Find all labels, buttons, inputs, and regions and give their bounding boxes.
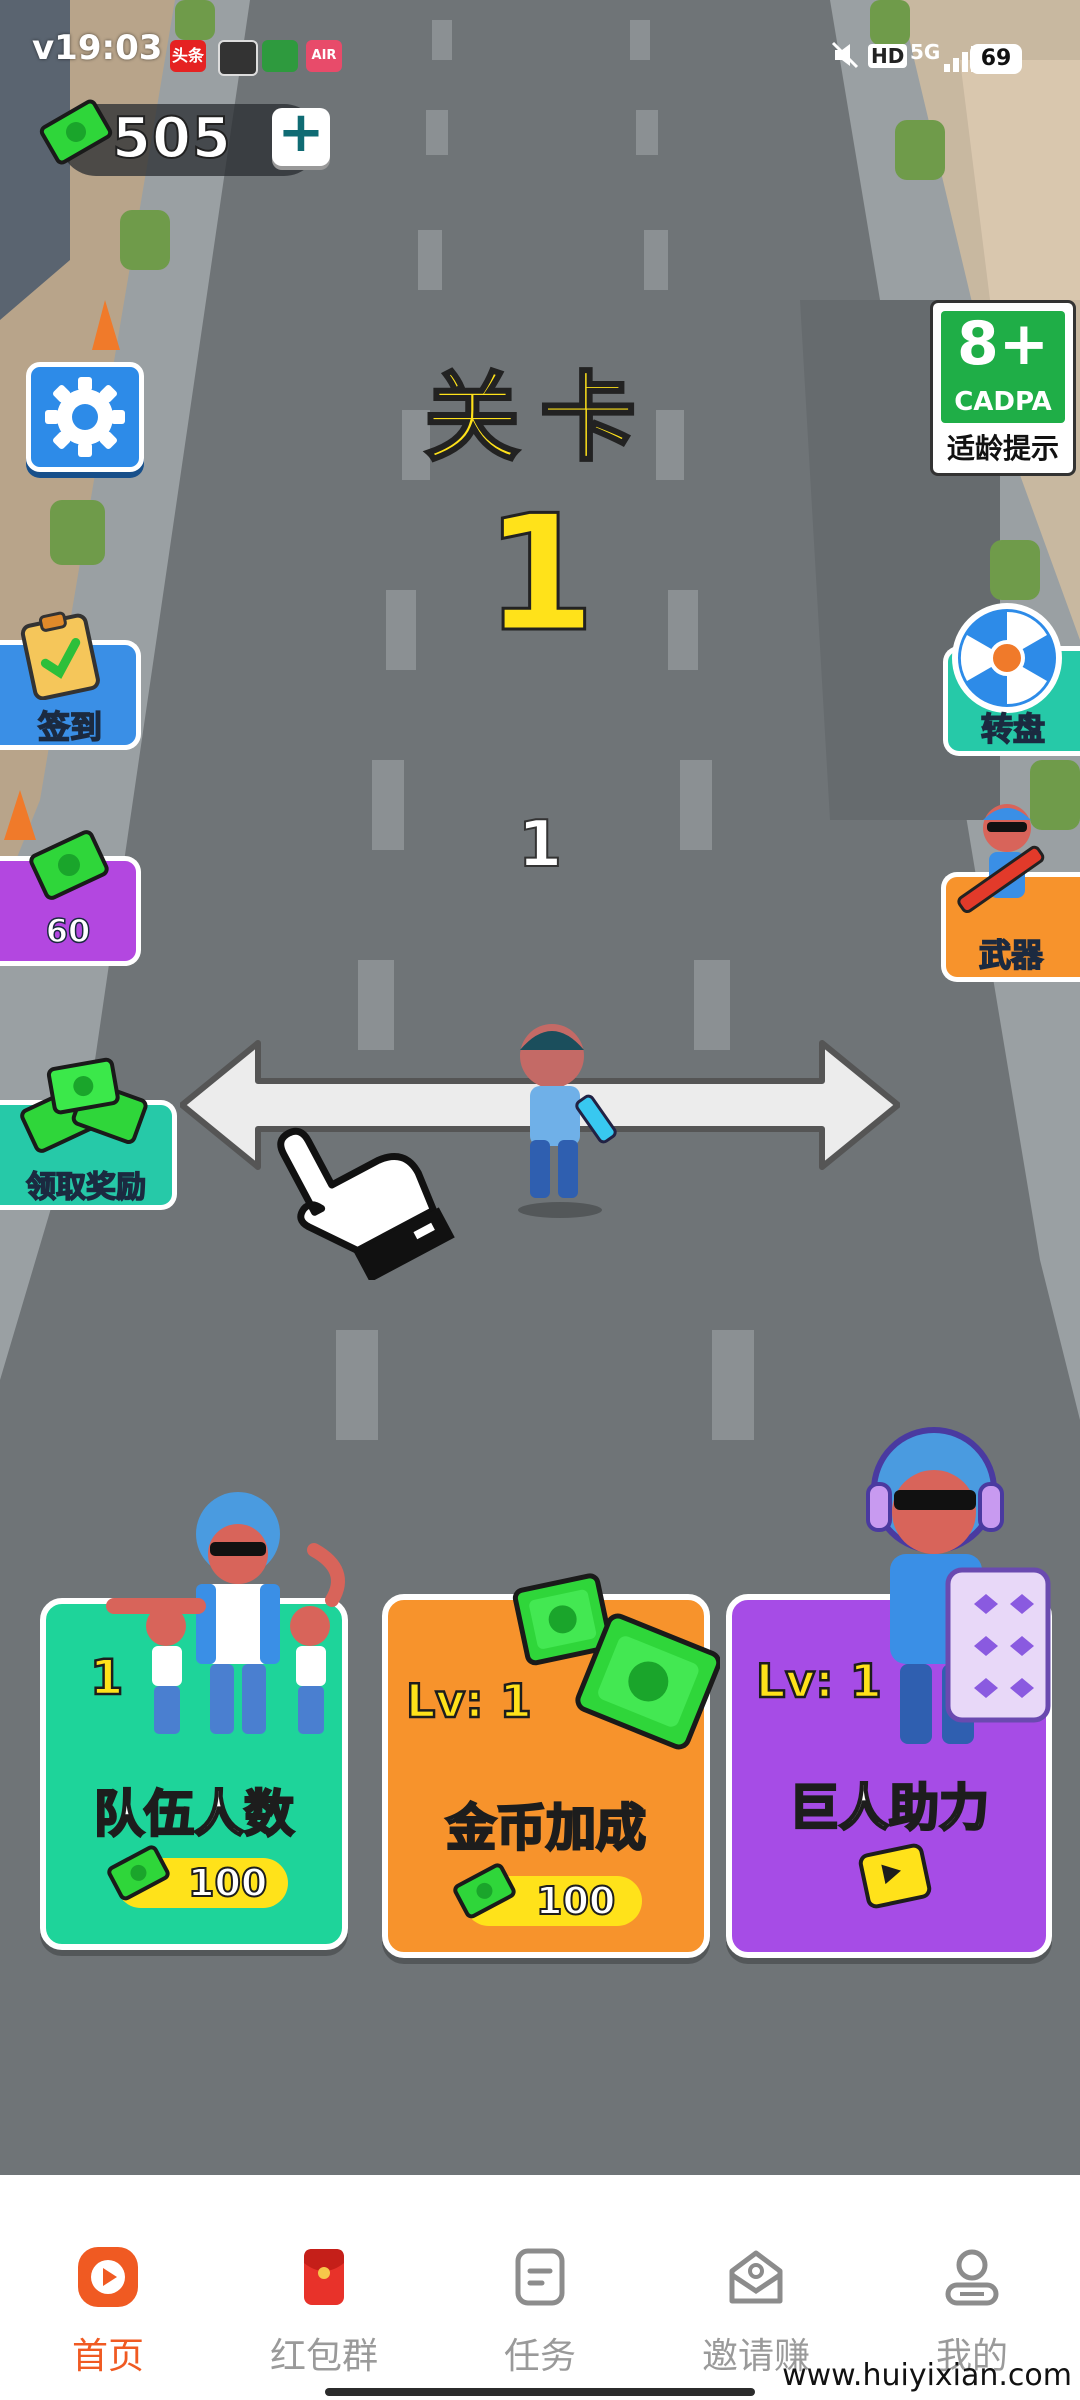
claim-reward-label: 领取奖励 — [25, 1169, 147, 1206]
claim-reward-button[interactable]: 领取奖励 — [0, 1050, 180, 1210]
mute-icon — [830, 40, 860, 70]
red-envelope-icon — [304, 2249, 344, 2305]
toutiao-app-icon: 头条 — [170, 40, 206, 72]
game-viewport[interactable]: v19:03 头条 AIR HD 5G 69 505 + 签到 60 领取奖励 … — [0, 0, 1080, 2175]
wheel-label: 转盘 — [980, 709, 1046, 749]
player-character[interactable] — [490, 1020, 630, 1220]
play-icon — [78, 2247, 138, 2307]
nav-item-home[interactable]: 首页 — [0, 2175, 216, 2400]
level-title: 关卡 — [423, 361, 656, 476]
nav-item-label: 红包群 — [269, 2336, 378, 2377]
cash-icon — [452, 1858, 516, 1922]
giant-illustration — [866, 1427, 1051, 1744]
home-indicator[interactable] — [325, 2388, 755, 2396]
invite-icon — [729, 2250, 783, 2304]
checkin-label: 签到 — [37, 707, 103, 747]
video-ad-icon[interactable] — [856, 1841, 934, 1911]
nav-item-tasks[interactable]: 任务 — [432, 2175, 648, 2400]
cash-icon — [106, 1840, 170, 1904]
squad-illustration — [106, 1492, 345, 1734]
upgrade-name: 巨人助力 — [788, 1778, 991, 1839]
cash-pile-icon — [14, 1050, 164, 1160]
hd-indicator: HD — [868, 44, 908, 68]
upgrade-name: 队伍人数 — [93, 1784, 296, 1845]
cash-bonus-illustration — [512, 1573, 720, 1750]
nav-item-label: 任务 — [503, 2336, 576, 2377]
squad-count: 1 — [517, 807, 564, 883]
app-icon — [218, 40, 258, 76]
tutorial-hand-icon — [277, 1127, 455, 1280]
money-value: 505 — [111, 105, 232, 172]
weapon-label: 武器 — [978, 935, 1044, 975]
air-app-icon: AIR — [306, 40, 342, 72]
watermark: www.huiyixian.com — [782, 2358, 1072, 2393]
clock: v19:03 — [32, 28, 163, 68]
nav-item-red-envelope-group[interactable]: 红包群 — [216, 2175, 432, 2400]
add-money-button[interactable]: + — [272, 100, 330, 166]
plus-icon: + — [277, 100, 325, 165]
profile-icon — [945, 2249, 999, 2306]
upgrade-name: 金币加成 — [445, 1798, 648, 1859]
cash-icon — [36, 92, 116, 172]
cash-bonus-amount: 60 — [45, 911, 91, 951]
task-icon — [515, 2248, 565, 2306]
battery-level: 69 — [970, 44, 1022, 74]
store-app-icon — [262, 40, 298, 72]
level-number: 1 — [483, 479, 597, 669]
nav-item-label: 首页 — [71, 2336, 144, 2377]
network-type: 5G — [910, 40, 941, 64]
